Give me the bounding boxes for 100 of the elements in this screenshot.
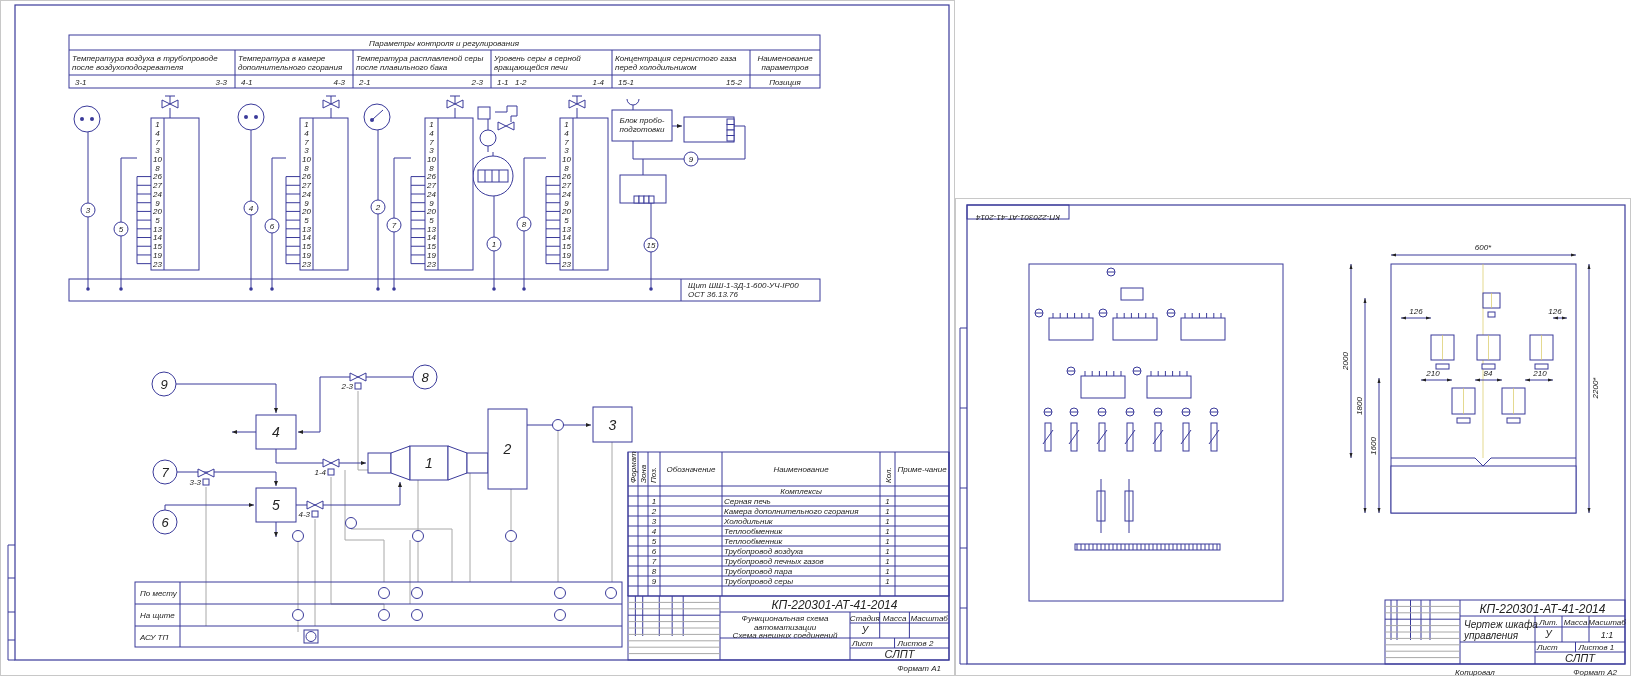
drawing-number: КП-220301-АТ-41-2014 — [976, 213, 1060, 222]
terminal-number: 5 — [564, 215, 569, 225]
actuator-icon — [327, 468, 335, 476]
actuator-icon — [202, 478, 210, 486]
terminal-number: 1 — [564, 120, 569, 130]
position-code: 1-1 — [497, 78, 509, 87]
item-name: Трубопровод пара — [724, 567, 793, 576]
column-heading: Наименование — [757, 54, 813, 63]
terminal-number: 26 — [562, 172, 571, 182]
position-tag: 6 — [264, 218, 280, 234]
format-label: Формат А2 — [1573, 668, 1617, 676]
position-tag: 9 — [683, 151, 699, 167]
instrument-circle — [505, 530, 517, 542]
column-heading: Поз. — [649, 466, 658, 483]
position-number: 6 — [651, 547, 657, 556]
terminal-number: 3 — [304, 146, 309, 156]
equipment-box: 5 — [255, 487, 297, 523]
position-code: 1-4 — [592, 78, 604, 87]
column-heading: Кол. — [884, 467, 893, 483]
column-heading: Уровень серы в серной — [494, 54, 581, 63]
instrument-circle — [378, 587, 390, 599]
equipment-box: 4 — [255, 414, 297, 450]
valve-icon — [306, 500, 324, 510]
position-code: 1-2 — [515, 78, 527, 87]
thermocouple-icon — [363, 103, 391, 131]
terminal-number: 15 — [427, 242, 436, 252]
junction-dot — [522, 287, 526, 291]
terminal-number: 27 — [302, 181, 311, 191]
terminal-number: 5 — [304, 215, 309, 225]
dimension-line — [1474, 378, 1503, 382]
terminal-number: 14 — [562, 233, 571, 243]
drawing-title: Чертеж шкафа — [1464, 619, 1538, 630]
terminal-number: 27 — [427, 181, 436, 191]
terminal-number: 13 — [427, 224, 436, 234]
pipeline-circle: 6 — [152, 509, 178, 535]
terminal-number: 8 — [429, 163, 434, 173]
junction-dot — [649, 287, 653, 291]
terminal-number: 27 — [153, 181, 162, 191]
quantity: 1 — [885, 497, 890, 506]
terminal-number: 14 — [302, 233, 311, 243]
junction-dot — [492, 287, 496, 291]
quantity: 1 — [885, 537, 890, 546]
dimension-line — [1552, 316, 1568, 320]
controller-icon — [303, 629, 319, 644]
position-tag: 3 — [80, 202, 96, 218]
position-number: 4 — [651, 527, 657, 536]
column-heading: Температура расплавленой серы — [356, 54, 484, 63]
terminal-number: 4 — [155, 128, 160, 138]
pipeline-circle: 7 — [152, 459, 178, 485]
position-code: 2-3 — [471, 78, 483, 87]
position-tag: 5 — [113, 221, 129, 237]
terminal-number: 19 — [302, 250, 311, 260]
column-heading: Температура воздуха в трубопроводе — [72, 54, 218, 63]
instrument-circle — [345, 517, 357, 529]
dimension-label: 1800 — [1355, 397, 1364, 415]
terminal-number: 4 — [564, 128, 569, 138]
column-heading: Обозначение — [666, 465, 716, 474]
organization-name: СЛПТ — [1565, 652, 1595, 664]
instrument-circle — [411, 609, 423, 621]
valve-tag-label: 4-3 — [298, 510, 310, 519]
sheet-label: Лист — [852, 639, 873, 648]
row-label: АСУ ТП — [140, 633, 169, 642]
position-code: 15-1 — [618, 78, 634, 87]
dimension-label: 210 — [1426, 369, 1440, 378]
position-number: 3 — [651, 517, 657, 526]
terminal-number: 3 — [155, 146, 160, 156]
item-name: Трубопровод печных газов — [724, 557, 824, 566]
terminal-number: 13 — [153, 224, 162, 234]
quantity: 1 — [885, 507, 890, 516]
column-heading: Формат — [629, 451, 638, 483]
column-heading: перед холодильником — [615, 63, 697, 72]
item-name: Холодильник — [724, 517, 773, 526]
terminal-number: 15 — [153, 242, 162, 252]
position-number: 9 — [651, 577, 657, 586]
quantity: 1 — [885, 517, 890, 526]
position-code: 3-3 — [215, 78, 227, 87]
stage-letter: У — [1545, 629, 1552, 640]
dimension-label: 84 — [1483, 369, 1493, 378]
valve-tag-label: 2-3 — [341, 382, 353, 391]
equipment-box: 3 — [592, 406, 633, 443]
equipment-box: 2 — [487, 408, 528, 490]
terminal-number: 20 — [302, 207, 311, 217]
section-heading: Комплексы — [780, 487, 822, 496]
position-code: 3-1 — [75, 78, 87, 87]
column-heading: дополнительного сгорания — [238, 63, 343, 72]
sheet-label: Лист — [1537, 643, 1558, 652]
terminal-number: 7 — [304, 137, 309, 147]
column-heading: Масса — [882, 613, 907, 623]
junction-dot — [119, 287, 123, 291]
terminal-number: 3 — [429, 146, 434, 156]
valve-icon — [349, 372, 367, 382]
quantity: 1 — [885, 527, 890, 536]
position-number: 5 — [651, 537, 657, 546]
dimension-label: 600* — [1474, 243, 1492, 252]
terminal-number: 9 — [155, 198, 160, 208]
position-code: 4-3 — [333, 78, 345, 87]
organization-name: СЛПТ — [884, 648, 915, 660]
terminal-number: 23 — [562, 259, 571, 269]
position-code: 2-1 — [359, 78, 371, 87]
dimension-label: 126 — [1409, 307, 1423, 316]
